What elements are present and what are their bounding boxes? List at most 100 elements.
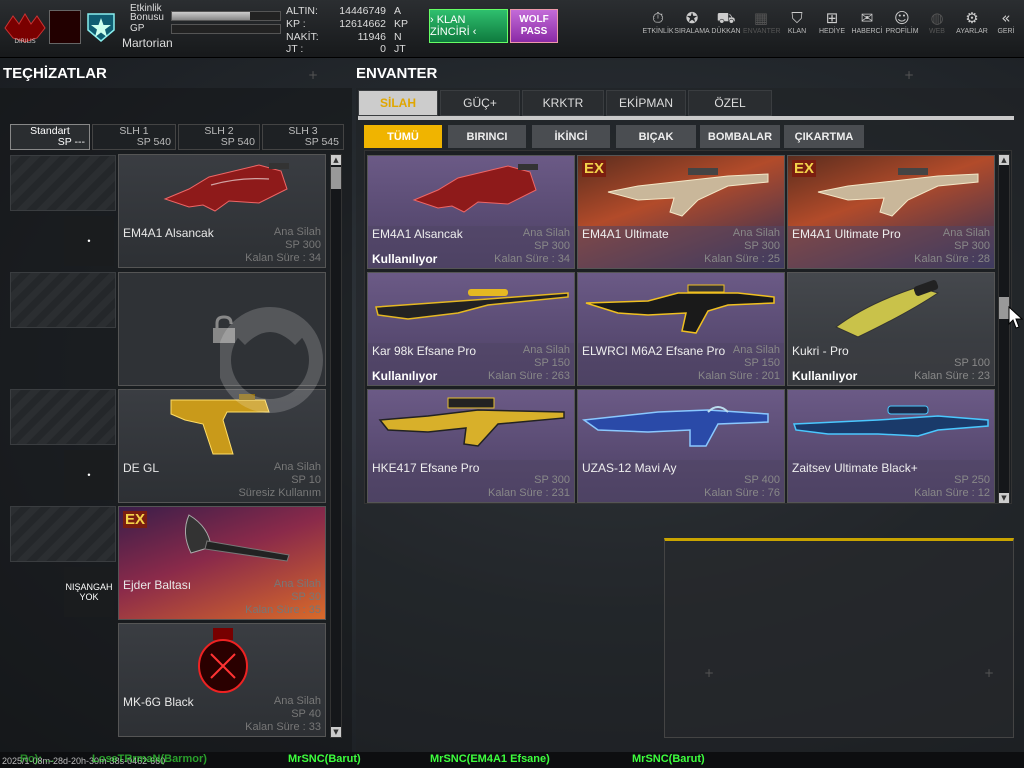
- bonus-progress-bar: [171, 11, 281, 21]
- ticker-message: Ro): ...: [20, 753, 55, 765]
- profile-icon: ☺: [894, 9, 910, 27]
- subtab-ikinci[interactable]: İKİNCİ: [532, 125, 610, 148]
- sight-slot[interactable]: NIŞANGAH YOK: [64, 567, 114, 617]
- equipment-scrollbar[interactable]: ▲ ▼: [330, 154, 342, 738]
- game-logo-icon: DIRILIS: [4, 13, 46, 45]
- scroll-thumb[interactable]: [331, 167, 341, 189]
- attachment-slot[interactable]: [10, 272, 116, 328]
- tab-silah[interactable]: SİLAH: [358, 90, 438, 116]
- inventory-item[interactable]: Kar 98k Efsane Pro Ana Silah SP 150 Kala…: [367, 272, 575, 386]
- weapon-type: Ana Silah: [273, 578, 321, 590]
- inventory-item[interactable]: EM4A1 Alsancak Ana Silah SP 300 Kalan Sü…: [367, 155, 575, 269]
- ex-badge: EX: [582, 160, 607, 177]
- tab-ozel[interactable]: ÖZEL: [688, 90, 772, 116]
- inventory-item[interactable]: EX EM4A1 Ultimate Ana Silah SP 300 Kalan…: [577, 155, 785, 269]
- gift-icon: ⊞: [825, 9, 839, 27]
- wolf-pass-line2: PASS: [520, 26, 548, 37]
- inventory-item[interactable]: UZAS-12 Mavi Ay SP 400 Kalan Süre : 76: [577, 389, 785, 503]
- nav-etkinlik[interactable]: ⏱ ETKİNLİK: [640, 8, 676, 35]
- weapon-image: [817, 168, 979, 217]
- nav-hediye[interactable]: ⊞ HEDİYE: [814, 8, 850, 35]
- subtab-bombalar[interactable]: BOMBALAR: [700, 125, 780, 148]
- bonus-progress-fill: [172, 12, 250, 20]
- item-sp: SP 300: [954, 240, 990, 252]
- nav-web[interactable]: ◍ WEB: [919, 8, 955, 35]
- subtab-tumu[interactable]: TÜMÜ: [364, 125, 442, 148]
- klan-chain-button[interactable]: › KLAN ZİNCİRİ ‹: [429, 9, 508, 43]
- bonus-label: Etkinlik Bonusu: [130, 3, 164, 23]
- weapon-name: Ejder Baltası: [123, 578, 192, 592]
- gp-label: GP: [130, 23, 145, 34]
- ticker-message: MrSNC(Barut): [288, 753, 361, 765]
- scroll-down-icon[interactable]: ▼: [999, 493, 1009, 503]
- weapon-image: [412, 164, 538, 213]
- mouse-cursor-icon: [1008, 306, 1024, 329]
- tab-sp: SP 545: [304, 136, 339, 148]
- subtab-birinci[interactable]: BIRINCI: [448, 125, 526, 148]
- loadout-tab-slh2[interactable]: SLH 2 SP 540: [178, 124, 260, 150]
- scroll-down-icon[interactable]: ▼: [331, 727, 341, 737]
- item-duration: Kalan Süre : 23: [914, 370, 990, 382]
- plus-icon: +: [704, 666, 715, 680]
- loadout-tab-slh3[interactable]: SLH 3 SP 545: [262, 124, 344, 150]
- wolf-pass-button[interactable]: WOLF PASS: [510, 9, 558, 43]
- weapon-image: [581, 406, 769, 447]
- scroll-up-icon[interactable]: ▲: [331, 155, 341, 165]
- nav-klan[interactable]: ⛉ KLAN: [779, 8, 815, 35]
- nav-ayarlar[interactable]: ⚙ AYARLAR: [954, 8, 990, 35]
- grenade-image: [198, 628, 248, 693]
- nav-dukkan[interactable]: ⛟ DÜKKAN: [708, 8, 744, 35]
- loadout-tab-standart[interactable]: Standart SP ---: [10, 124, 90, 150]
- attachment-slot[interactable]: [10, 389, 116, 445]
- weapon-image: [185, 514, 290, 562]
- weapon-sp: SP 300: [285, 239, 321, 251]
- weapon-image: [163, 163, 289, 212]
- nav-haberci[interactable]: ✉ HABERCİ: [849, 8, 885, 35]
- loadout-tab-slh1[interactable]: SLH 1 SP 540: [92, 124, 176, 150]
- scroll-up-icon[interactable]: ▲: [999, 155, 1009, 165]
- item-duration: Kalan Süre : 201: [698, 370, 780, 382]
- inventory-title: ENVANTER: [356, 65, 438, 82]
- nav-geri[interactable]: «GERİ: [988, 8, 1024, 35]
- attachment-slot[interactable]: [10, 506, 116, 562]
- equipped-grenade-card[interactable]: MK-6G Black Ana Silah SP 40 Kalan Süre :…: [118, 623, 326, 737]
- currency-value: 12614662: [339, 18, 386, 30]
- currency-unit: KP: [394, 18, 409, 30]
- ex-badge: EX: [792, 160, 817, 177]
- inventory-item[interactable]: ELWRCI M6A2 Efsane Pro Ana Silah SP 150 …: [577, 272, 785, 386]
- tab-krktr[interactable]: KRKTR: [522, 90, 604, 116]
- nav-siralama[interactable]: ✪ SIRALAMA: [674, 8, 710, 35]
- attachment-slot[interactable]: [10, 155, 116, 211]
- equipped-weapon-card[interactable]: EM4A1 Alsancak Ana Silah SP 300 Kalan Sü…: [118, 154, 326, 268]
- inventory-item[interactable]: EX EM4A1 Ultimate Pro Ana Silah SP 300 K…: [787, 155, 995, 269]
- item-duration: Kalan Süre : 34: [494, 253, 570, 265]
- inventory-item[interactable]: HKE417 Efsane Pro SP 300 Kalan Süre : 23…: [367, 389, 575, 503]
- tab-guc[interactable]: GÜÇ+: [440, 90, 520, 116]
- nav-profilim[interactable]: ☺ PROFİLİM: [884, 8, 920, 35]
- sight-slot[interactable]: •: [64, 450, 114, 500]
- item-duration: Kalan Süre : 12: [914, 487, 990, 499]
- sight-slot[interactable]: •: [64, 216, 114, 266]
- item-duration: Kalan Süre : 25: [704, 253, 780, 265]
- item-sp: SP 150: [534, 357, 570, 369]
- item-sp: SP 300: [534, 474, 570, 486]
- item-sp: SP 100: [954, 357, 990, 369]
- weapon-duration: Kalan Süre : 35: [245, 604, 321, 616]
- ticker-message: LoseTRrmaN(Barmor): [92, 753, 207, 765]
- currency-value: 11946: [357, 31, 386, 43]
- tab-ekipman[interactable]: EKİPMAN: [606, 90, 686, 116]
- nav-label: HEDİYE: [818, 28, 846, 35]
- equipped-weapon-card[interactable]: DE GL Ana Silah SP 10 Süresiz Kullanım: [118, 389, 326, 503]
- locked-slot-card[interactable]: [118, 272, 326, 386]
- item-name: Kar 98k Efsane Pro: [372, 344, 477, 358]
- nav-label: ENVANTER: [743, 28, 781, 35]
- subtab-bicak[interactable]: BIÇAK: [616, 125, 696, 148]
- inventory-item[interactable]: Zaitsev Ultimate Black+ SP 250 Kalan Sür…: [787, 389, 995, 503]
- equipped-weapon-card[interactable]: EX Ejder Baltası Ana Silah SP 30 Kalan S…: [118, 506, 326, 620]
- item-name: ELWRCI M6A2 Efsane Pro: [582, 344, 726, 358]
- item-name: Zaitsev Ultimate Black+: [792, 461, 918, 475]
- inventory-item[interactable]: Kukri - Pro SP 100 Kalan Süre : 23 Kulla…: [787, 272, 995, 386]
- subtab-cikartma[interactable]: ÇIKARTMA: [784, 125, 864, 148]
- weapon-sp: SP 40: [291, 708, 321, 720]
- nav-envanter[interactable]: ▦ ENVANTER: [743, 8, 781, 35]
